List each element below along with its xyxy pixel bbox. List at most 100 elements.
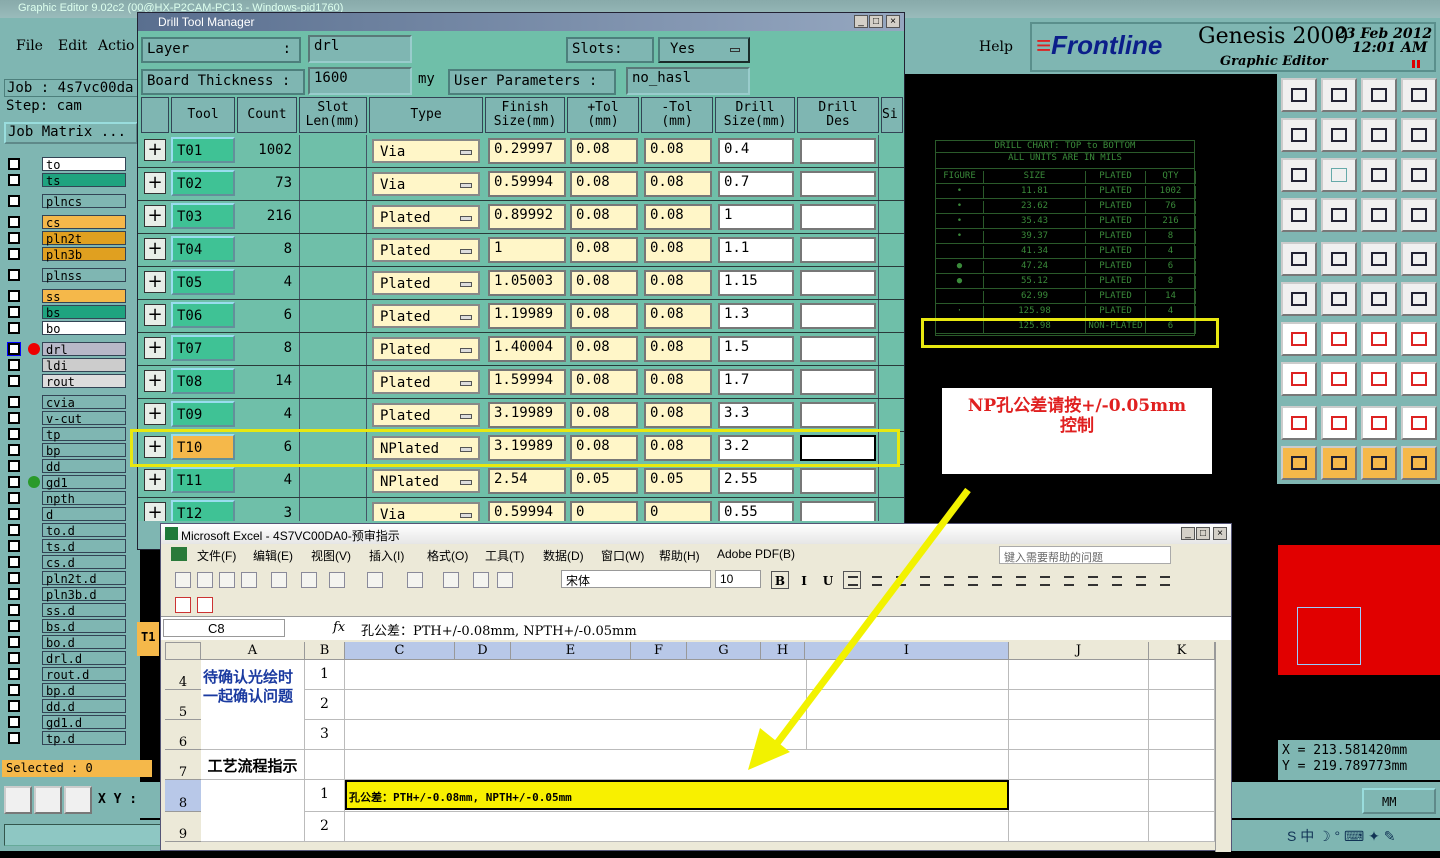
layer-row-tp.d[interactable]: tp.d — [4, 731, 126, 746]
pen-icon[interactable] — [1321, 242, 1357, 276]
expand-icon[interactable]: + — [144, 403, 166, 425]
drill-size-input[interactable]: 0.4 — [718, 138, 794, 164]
finish-size-input[interactable]: 0.89992 — [488, 204, 566, 230]
cell-c5[interactable] — [345, 690, 807, 720]
layer-checkbox[interactable] — [8, 248, 20, 260]
plus-tol-input[interactable]: 0.08 — [570, 369, 638, 395]
ime-toolbar-icon[interactable]: S 中 ☽ ° ⌨ ✦ ✎ — [1287, 826, 1396, 846]
menu-edit[interactable]: Edit — [58, 38, 87, 54]
layer-checkbox[interactable] — [7, 342, 21, 356]
layer-row-rout.d[interactable]: rout.d — [4, 667, 126, 682]
draw-line-icon[interactable] — [1321, 322, 1357, 356]
layer-checkbox[interactable] — [8, 158, 20, 170]
tool-id[interactable]: T12 — [171, 500, 235, 521]
move-left-icon[interactable] — [1281, 118, 1317, 152]
plus-tol-input[interactable]: 0.08 — [570, 336, 638, 362]
drill-des-input[interactable] — [800, 303, 876, 329]
finish-size-input[interactable]: 1.59994 — [488, 369, 566, 395]
layer-row-ss[interactable]: ss — [4, 289, 126, 304]
drill-des-input[interactable] — [800, 270, 876, 296]
finish-size-input[interactable]: 0.29997 — [488, 138, 566, 164]
minus-tol-input[interactable]: 0.08 — [644, 402, 712, 428]
layer-checkbox[interactable] — [8, 476, 20, 488]
cell-b6[interactable]: 3 — [305, 720, 345, 750]
line-icon[interactable] — [1361, 282, 1397, 316]
row-header-6[interactable]: 6 — [165, 720, 201, 750]
cell-k7[interactable] — [1149, 750, 1215, 780]
layer-checkbox[interactable] — [8, 604, 20, 616]
layer-checkbox[interactable] — [8, 620, 20, 632]
minus-tol-input[interactable]: 0.08 — [644, 336, 712, 362]
col-header-K[interactable]: K — [1149, 642, 1215, 660]
layer-row-to[interactable]: to — [4, 157, 126, 172]
layer-row-d[interactable]: d — [4, 507, 126, 522]
triangle4-icon[interactable] — [1401, 406, 1437, 440]
finish-size-input[interactable]: 3.19989 — [488, 402, 566, 428]
layer-row-ss.d[interactable]: ss.d — [4, 603, 126, 618]
tool-id[interactable]: T03 — [171, 203, 235, 229]
tool-id[interactable]: T04 — [171, 236, 235, 262]
cell-b5[interactable]: 2 — [305, 690, 345, 720]
maximize-button[interactable]: □ — [869, 15, 883, 28]
drill-des-input[interactable] — [800, 336, 876, 362]
layer-row-pln2t[interactable]: pln2t — [4, 231, 126, 246]
minus-tol-input[interactable]: 0.08 — [644, 369, 712, 395]
col-header-E[interactable]: E — [511, 642, 631, 660]
type-select[interactable]: Plated — [372, 271, 480, 295]
frame-icon[interactable] — [1361, 362, 1397, 396]
scroll-left-button[interactable] — [138, 521, 162, 549]
layer-checkbox[interactable] — [8, 668, 20, 680]
minus-icon[interactable] — [1321, 362, 1357, 396]
layer-row-gd1.d[interactable]: gd1.d — [4, 715, 126, 730]
layer-row-ts.d[interactable]: ts.d — [4, 539, 126, 554]
layer-input[interactable]: drl — [308, 35, 412, 63]
expand-icon[interactable]: + — [144, 370, 166, 392]
cell-a8[interactable] — [201, 780, 305, 842]
layer-color-icon[interactable] — [1361, 198, 1397, 232]
box-icon[interactable] — [1281, 362, 1317, 396]
minus-tol-input[interactable]: 0.08 — [644, 270, 712, 296]
layer-checkbox[interactable] — [8, 556, 20, 568]
thickness-input[interactable]: 1600 — [308, 67, 412, 95]
drill-size-input[interactable]: 1.15 — [718, 270, 794, 296]
minus-tol-input[interactable]: 0.08 — [644, 138, 712, 164]
type-select[interactable]: Plated — [372, 238, 480, 262]
layer-row-pln3b.d[interactable]: pln3b.d — [4, 587, 126, 602]
expand-icon[interactable]: + — [144, 469, 166, 491]
layer-checkbox[interactable] — [8, 444, 20, 456]
select-all[interactable] — [165, 642, 201, 660]
copy-icon[interactable] — [1401, 362, 1437, 396]
tool-id[interactable]: T05 — [171, 269, 235, 295]
row-header-5[interactable]: 5 — [165, 690, 201, 720]
layer-row-ldi[interactable]: ldi — [4, 358, 126, 373]
layer-row-cs[interactable]: cs — [4, 215, 126, 230]
cell-c9[interactable] — [345, 812, 1009, 842]
move-right-icon[interactable] — [1321, 118, 1357, 152]
tool-id[interactable]: T02 — [171, 170, 235, 196]
dot-icon[interactable] — [1401, 242, 1437, 276]
cell-b4[interactable]: 1 — [305, 660, 345, 690]
units-select[interactable]: MM — [1362, 788, 1436, 814]
home-icon[interactable] — [1361, 78, 1397, 112]
layer-checkbox[interactable] — [8, 636, 20, 648]
cell-c8[interactable]: 孔公差：PTH+/-0.08mm, NPTH+/-0.05mm — [345, 780, 1009, 810]
menu-actions[interactable]: Actio — [98, 38, 134, 54]
close-button[interactable]: × — [886, 15, 900, 28]
tool-id[interactable]: T11 — [171, 467, 235, 493]
help-icon[interactable] — [1401, 158, 1437, 192]
type-select[interactable]: Plated — [372, 403, 480, 427]
cell-j9[interactable] — [1009, 812, 1149, 842]
type-select[interactable]: Via — [372, 172, 480, 196]
drill-size-input[interactable]: 1.1 — [718, 237, 794, 263]
save-icon[interactable] — [1321, 78, 1357, 112]
cell-b8[interactable]: 1 — [305, 780, 345, 812]
triangle3-icon[interactable] — [1361, 406, 1397, 440]
row-header-7[interactable]: 7 — [165, 750, 201, 780]
drill-size-input[interactable]: 1.7 — [718, 369, 794, 395]
layer-checkbox[interactable] — [8, 540, 20, 552]
layer-row-v-cut[interactable]: v-cut — [4, 411, 126, 426]
minimize-button[interactable]: _ — [854, 15, 868, 28]
cell-a7[interactable]: 工艺流程指示 — [201, 750, 305, 780]
zoom-fit-icon[interactable] — [4, 786, 32, 814]
cell-k5[interactable] — [1149, 690, 1215, 720]
